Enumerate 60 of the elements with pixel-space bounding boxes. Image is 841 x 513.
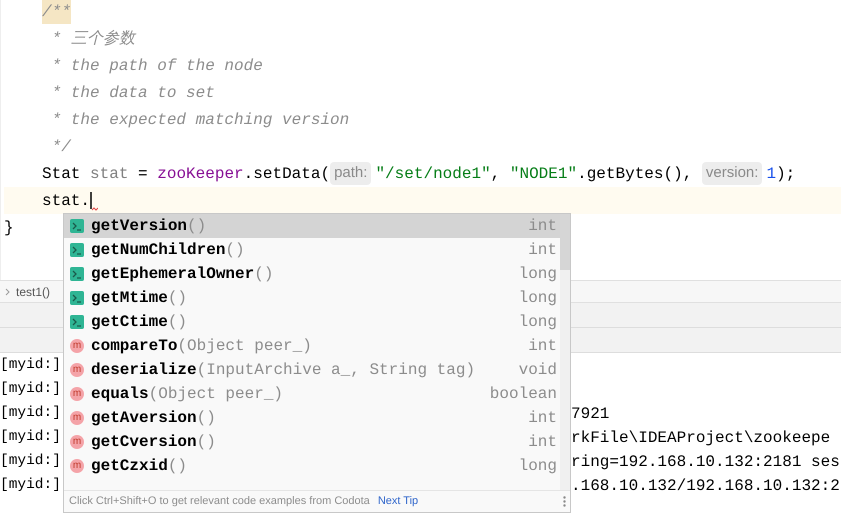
completion-item[interactable]: m getAversion() int [64, 406, 560, 430]
method-icon: m [70, 459, 84, 473]
next-tip-link[interactable]: Next Tip [378, 493, 418, 510]
code-comment: * the data to set [50, 82, 215, 104]
method-icon: m [70, 435, 84, 449]
method-icon: m [70, 363, 84, 377]
property-icon [70, 267, 84, 281]
console-text: rkFile\IDEAProject\zookeepe [571, 428, 830, 449]
code-token: "/set/node1" [375, 164, 491, 184]
code-token: zooKeeper [157, 164, 244, 184]
method-icon: m [70, 387, 84, 401]
code-token: .setData( [244, 164, 330, 184]
breadcrumb-item[interactable]: test1() [16, 282, 50, 300]
console-text: [myid:] [0, 428, 62, 448]
property-icon [70, 315, 84, 329]
console-text: [myid:] [0, 452, 62, 472]
completion-item[interactable]: m getCzxid() long [64, 454, 560, 478]
code-comment: * the expected matching version [50, 110, 350, 130]
completion-item[interactable]: getEphemeralOwner() long [64, 262, 560, 286]
console-text: [myid:] [0, 356, 62, 376]
console-text: [myid:] [0, 404, 62, 424]
code-comment: * the path of the node [50, 56, 263, 76]
console-text: [myid:] [0, 380, 62, 400]
method-icon: m [70, 339, 84, 353]
console-text: .168.10.132/192.168.10.132:2 [571, 476, 840, 497]
code-token: .getBytes(), [577, 164, 694, 184]
method-icon: m [70, 411, 84, 425]
scrollbar-thumb[interactable] [560, 214, 570, 270]
code-token: stat [90, 164, 128, 184]
code-token: = [137, 164, 149, 184]
console-text: ring=192.168.10.132:2181 ses [571, 452, 840, 473]
chevron-icon [5, 288, 10, 296]
property-icon [70, 291, 84, 305]
completion-item[interactable]: getVersion() int [64, 214, 560, 238]
code-token: stat. [42, 190, 90, 212]
code-comment: * 三个参数 [50, 28, 135, 50]
code-token: "NODE1" [510, 164, 578, 184]
parameter-hint: path: [330, 162, 372, 185]
parameter-hint: version: [702, 162, 762, 185]
codota-tip: Click Ctrl+Shift+O to get relevant code examples from Codota [69, 494, 370, 510]
code-comment: /** [42, 0, 71, 24]
completion-item[interactable]: m deserialize(InputArchive a_, String tag) void [64, 358, 560, 382]
property-icon [70, 243, 84, 257]
code-token: ); [776, 164, 796, 184]
property-icon [70, 219, 84, 233]
more-options-icon[interactable] [563, 496, 566, 507]
code-token: } [4, 218, 14, 238]
completion-item[interactable]: getNumChildren() int [64, 238, 560, 262]
completion-item[interactable]: m equals(Object peer_) boolean [64, 382, 560, 406]
scrollbar[interactable] [560, 214, 570, 490]
code-comment: */ [50, 136, 71, 158]
code-token: 1 [766, 164, 776, 184]
completion-item[interactable]: getCtime() long [64, 310, 560, 334]
completion-item[interactable]: m compareTo(Object peer_) int [64, 334, 560, 358]
completion-item[interactable]: m getCversion() int [64, 430, 560, 454]
console-text: 7921 [571, 404, 610, 425]
code-token: Stat [42, 164, 82, 184]
console-text: [myid:] [0, 476, 62, 496]
completion-item[interactable]: getMtime() long [64, 286, 560, 310]
code-token: , [490, 164, 502, 184]
